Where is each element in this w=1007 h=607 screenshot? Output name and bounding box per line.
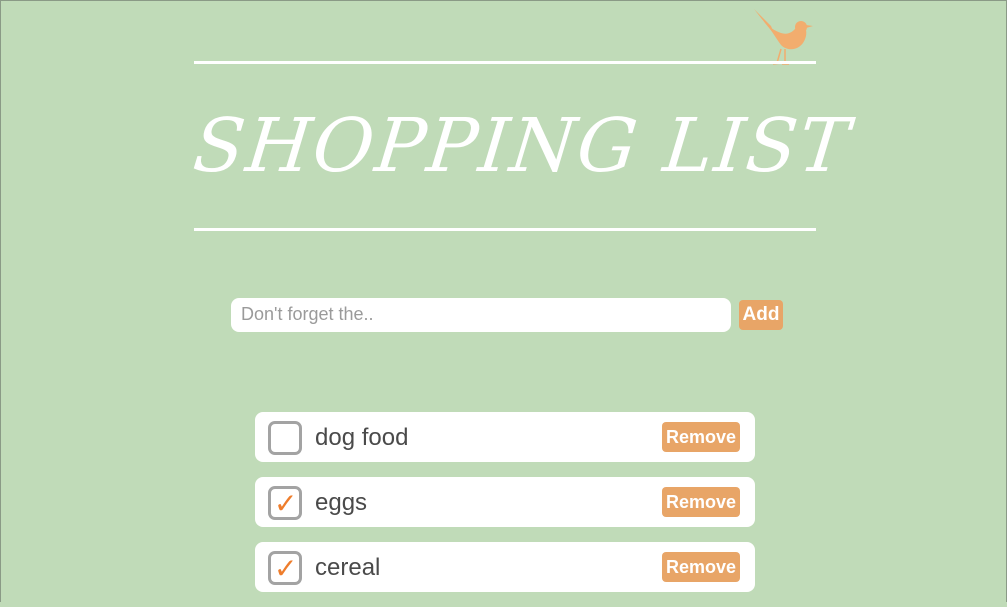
checkmark-icon: ✓ — [274, 487, 298, 520]
title-top-divider — [194, 61, 816, 64]
add-item-form: Add — [231, 297, 783, 332]
checkmark-icon: ✓ — [274, 552, 298, 585]
remove-button[interactable]: Remove — [662, 552, 740, 582]
page-title: SHOPPING LIST — [189, 103, 856, 189]
list-item: ✓ cereal Remove — [255, 542, 755, 592]
add-button[interactable]: Add — [739, 299, 783, 330]
title-bottom-divider — [194, 228, 816, 231]
item-label: dog food — [315, 424, 409, 451]
item-checkbox[interactable]: ✓ — [268, 486, 302, 520]
item-checkbox[interactable]: ✓ — [268, 551, 302, 585]
bird-icon — [754, 9, 813, 65]
app-container: SHOPPING LIST Add dog food Remove ✓ eggs… — [0, 0, 1007, 602]
shopping-list: dog food Remove ✓ eggs Remove ✓ cereal R… — [255, 412, 755, 607]
list-item: ✓ eggs Remove — [255, 477, 755, 527]
remove-button[interactable]: Remove — [662, 487, 740, 517]
remove-button[interactable]: Remove — [662, 422, 740, 452]
item-label: cereal — [315, 554, 381, 581]
item-checkbox[interactable] — [268, 421, 302, 455]
new-item-input[interactable] — [231, 297, 731, 332]
item-label: eggs — [315, 489, 368, 516]
list-item: dog food Remove — [255, 412, 755, 462]
